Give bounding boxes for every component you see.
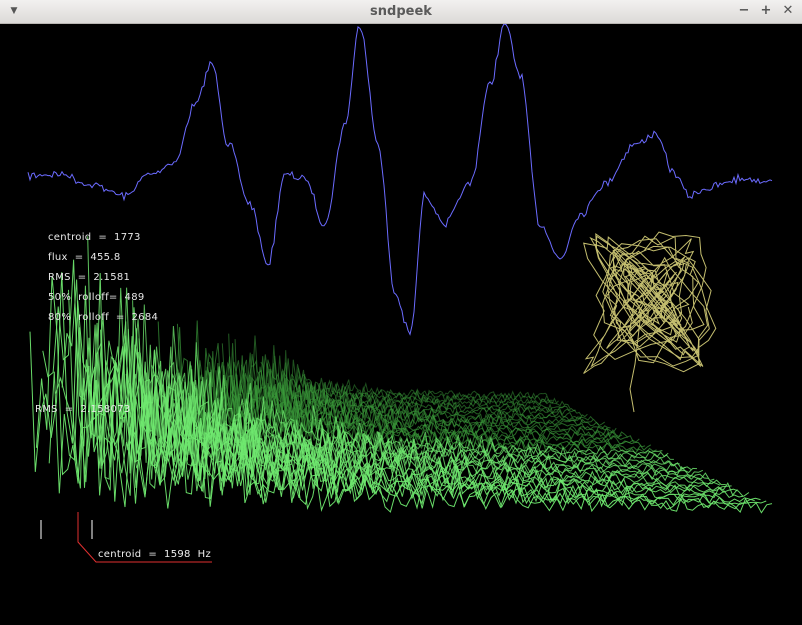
visualization-svg <box>27 24 773 563</box>
window-title: sndpeek <box>370 4 432 19</box>
centroid-label: centroid = 1598 Hz <box>98 549 212 560</box>
rolloff80-feature: 80% rolloff = 2684 <box>48 312 159 323</box>
maximize-icon[interactable]: + <box>758 3 774 19</box>
rolloff50-feature: 50% rolloff= 489 <box>48 292 145 303</box>
flux-feature: flux = 455.8 <box>48 252 121 263</box>
lissajous-plot <box>583 231 717 413</box>
minimize-icon[interactable]: − <box>736 3 752 19</box>
spectrogram-waterfall <box>29 236 773 514</box>
rms-feature: RMS = 2.1581 <box>48 272 131 283</box>
sndpeek-window: ▼ sndpeek − + ✕ centroid = 1773 flux = 4… <box>0 0 802 625</box>
close-icon[interactable]: ✕ <box>780 3 796 19</box>
rms-readout: RMS = 2.158073 <box>35 404 131 415</box>
visualization-canvas[interactable]: centroid = 1773 flux = 455.8 RMS = 2.158… <box>0 24 802 625</box>
centroid-feature: centroid = 1773 <box>48 232 141 243</box>
title-bar[interactable]: ▼ sndpeek − + ✕ <box>0 0 802 24</box>
